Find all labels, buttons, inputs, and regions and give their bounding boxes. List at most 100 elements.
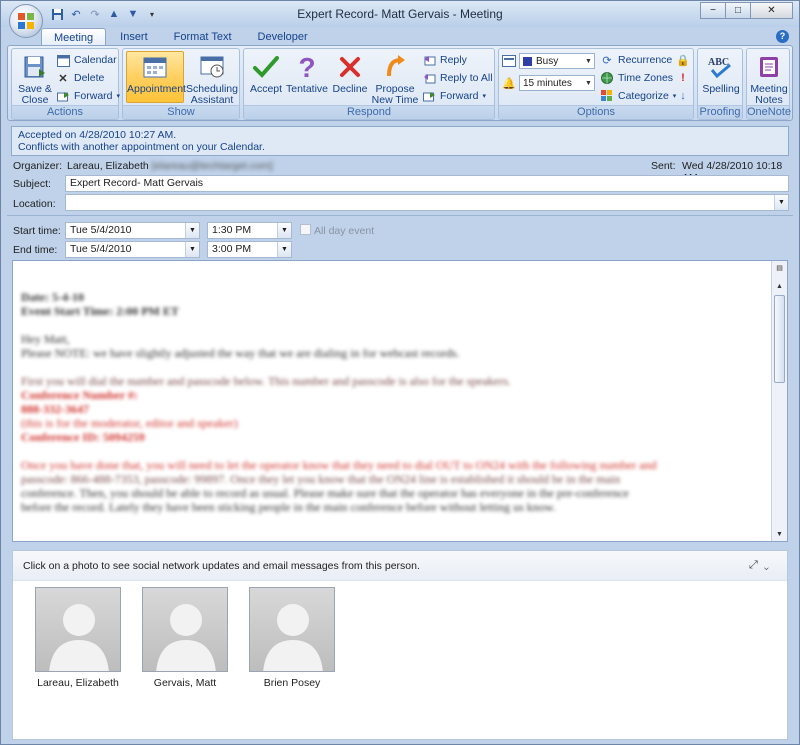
svg-text:ABC: ABC [708,57,729,68]
categorize-button[interactable]: Categorize ▾ [600,88,676,104]
reminder-select[interactable]: 15 minutes ▼ [519,75,595,91]
end-date-value: Tue 5/4/2010 [70,243,132,255]
onenote-icon [753,52,785,82]
appointment-label: Appointment [127,83,186,95]
propose-new-time-button[interactable]: Propose New Time [370,52,420,106]
categorize-label: Categorize [618,90,669,102]
chevron-down-icon[interactable]: ▼ [185,242,199,257]
help-icon[interactable]: ? [776,30,789,43]
forward-icon [422,89,436,103]
scroll-up-icon[interactable]: ▲ [772,279,787,293]
chevron-down-icon[interactable]: ▼ [185,223,199,238]
tab-format-text[interactable]: Format Text [162,28,244,46]
reply-button[interactable]: Reply [422,52,467,68]
scrollbar-thumb[interactable] [774,295,785,383]
body-line: Date: 5-4-10 [21,290,84,304]
body-line: Conference Number #: [21,388,138,402]
recurrence-label: Recurrence [618,54,673,66]
info-bar-conflict: Conflicts with another appointment on yo… [18,141,265,153]
office-logo-icon [18,13,35,30]
start-time-value: 1:30 PM [212,224,252,236]
group-show-label: Show [123,105,239,119]
person-photo-placeholder[interactable] [35,587,121,672]
scroll-down-icon[interactable]: ▼ [772,527,787,541]
minimize-button[interactable]: − [700,2,726,19]
calendar-label: Calendar [74,54,117,66]
scheduling-assistant-button[interactable]: Scheduling Assistant [186,52,238,106]
time-zones-button[interactable]: Time Zones [600,70,673,86]
meeting-notes-button[interactable]: Meeting Notes [748,52,790,106]
office-button[interactable] [9,4,43,38]
reply-icon [422,53,436,67]
sent-label: Sent: [651,160,676,172]
private-lock-icon[interactable]: 🔒 [676,52,690,68]
delete-button[interactable]: ✕ Delete [56,70,104,86]
body-line: Once you have done that, you will need t… [21,458,657,472]
window-title: Expert Record- Matt Gervais - Meeting [297,7,503,21]
location-field[interactable]: ▼ [65,194,789,211]
spelling-button[interactable]: ABC Spelling [700,52,742,95]
propose-new-time-icon [379,52,411,82]
tentative-button[interactable]: ? Tentative [284,52,330,95]
vertical-scrollbar[interactable]: ▤ ▲ ▼ [771,261,787,541]
reply-all-label: Reply to All [440,72,493,84]
forward-label: Forward [74,90,113,102]
start-time-picker[interactable]: 1:30 PM ▼ [207,222,292,239]
person-card[interactable]: Lareau, Elizabeth [35,587,121,689]
show-as-select[interactable]: Busy ▼ [519,53,595,69]
reply-all-button[interactable]: Reply to All [422,70,493,86]
subject-field[interactable]: Expert Record- Matt Gervais [65,175,789,192]
person-name: Lareau, Elizabeth [37,677,119,689]
subject-label: Subject: [13,178,51,190]
person-photo-placeholder[interactable] [249,587,335,672]
body-line: First you will dial the number and passc… [21,374,511,388]
message-body[interactable]: Date: 5-4-10 Event Start Time: 2:00 PM ET… [12,260,788,542]
group-actions-label: Actions [12,105,118,119]
person-photo-placeholder[interactable] [142,587,228,672]
ruler-toggle-icon[interactable]: ▤ [772,261,787,275]
info-bar: Accepted on 4/28/2010 10:27 AM. Conflict… [11,126,789,156]
calendar-button[interactable]: Calendar [56,52,117,68]
chevron-down-icon[interactable]: ⌄ [764,559,775,571]
person-card[interactable]: Gervais, Matt [142,587,228,689]
decline-button[interactable]: Decline [330,52,370,95]
start-date-picker[interactable]: Tue 5/4/2010 ▼ [65,222,200,239]
all-day-checkbox[interactable] [300,224,311,235]
chevron-down-icon[interactable]: ▼ [277,223,291,238]
maximize-button[interactable]: □ [725,2,751,19]
end-date-picker[interactable]: Tue 5/4/2010 ▼ [65,241,200,258]
low-importance-icon[interactable]: ↓ [676,88,690,104]
recurrence-button[interactable]: ⟳ Recurrence [600,52,672,68]
forward-button[interactable]: Forward ▾ [56,88,120,104]
respond-forward-button[interactable]: Forward ▾ [422,88,486,104]
end-time-picker[interactable]: 3:00 PM ▼ [207,241,292,258]
tentative-label: Tentative [285,83,329,95]
appointment-button[interactable]: Appointment [126,51,186,103]
close-button[interactable]: ✕ [750,2,793,19]
group-actions: Save & Close Calendar ✕ Delete Forward ▾… [11,48,120,120]
show-as-icon [502,53,516,69]
meeting-notes-label: Meeting Notes [750,83,788,106]
save-close-button[interactable]: Save & Close [14,52,56,106]
group-show: Appointment Scheduling Assistant Show [122,48,240,120]
body-line: Event Start Time: 2:00 PM ET [21,304,179,318]
chevron-down-icon[interactable]: ▼ [774,195,788,210]
pane-controls: ⤢⌄ [749,559,775,572]
time-zones-label: Time Zones [618,72,674,84]
chevron-down-icon[interactable]: ▼ [277,242,291,257]
accept-checkmark-icon [250,52,282,82]
tab-developer[interactable]: Developer [246,28,320,46]
group-onenote: Meeting Notes OneNote [746,48,791,120]
group-respond-label: Respond [244,105,494,119]
body-line [21,360,769,374]
tab-meeting[interactable]: Meeting [41,28,107,46]
expand-icon[interactable]: ⤢ [749,559,764,571]
tab-insert[interactable]: Insert [108,28,160,46]
info-bar-accepted: Accepted on 4/28/2010 10:27 AM. [18,129,177,141]
person-card[interactable]: Brien Posey [249,587,335,689]
body-line: conference. Then, you should be able to … [21,486,629,500]
reminder-value: 15 minutes [523,77,572,89]
high-importance-icon[interactable]: ! [676,70,690,86]
accept-button[interactable]: Accept [247,52,285,95]
globe-icon [600,71,614,85]
